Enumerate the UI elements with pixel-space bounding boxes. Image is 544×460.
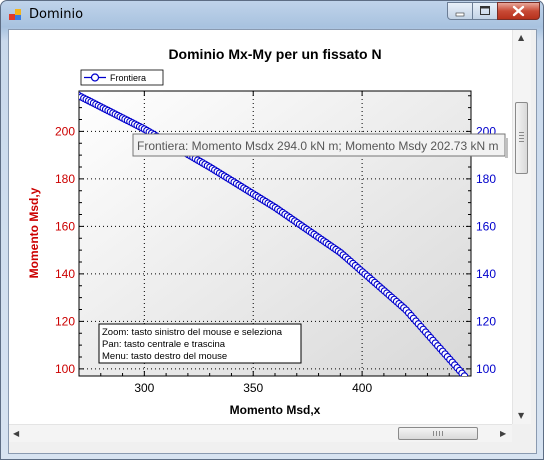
x-tick-label: 400: [352, 381, 372, 395]
x-tick-label: 350: [243, 381, 263, 395]
grip-icon: [519, 132, 524, 144]
close-icon: [512, 5, 525, 17]
horizontal-scroll-thumb[interactable]: [398, 427, 478, 440]
scroll-left-icon[interactable]: ◀: [13, 429, 19, 439]
y-tick-label: 160: [55, 219, 75, 233]
legend[interactable]: Frontiera: [80, 69, 164, 86]
client-area: Dominio Mx-My per un fissato N 100 120 140…: [8, 29, 537, 454]
grip-icon: [433, 431, 445, 436]
info-box: Zoom: tasto sinistro del mouse e selezio…: [98, 323, 302, 364]
y2-tick-label: 100: [476, 362, 496, 376]
horizontal-scrollbar[interactable]: ◀ ▶: [9, 424, 512, 443]
scroll-down-icon[interactable]: ▼: [518, 411, 524, 421]
scroll-right-icon[interactable]: ▶: [500, 429, 506, 439]
y-tick-label: 140: [55, 267, 75, 281]
info-line-menu: Menu: tasto destro del mouse: [102, 351, 227, 362]
maximize-icon: [480, 6, 490, 15]
chart[interactable]: Dominio Mx-My per un fissato N 100 120 140…: [9, 30, 512, 424]
app-icon: [9, 9, 21, 20]
y-tick-label: 120: [55, 314, 75, 328]
minimize-icon: [455, 12, 465, 17]
y2-tick-label: 180: [476, 172, 496, 186]
main-window: Dominio Dominio Mx-My per un fissato N 1…: [0, 0, 544, 460]
y2-tick-label: 120: [476, 314, 496, 328]
tooltip-shadow: [505, 138, 508, 158]
scroll-up-icon[interactable]: ▲: [518, 33, 524, 43]
window-title: Dominio: [29, 7, 84, 22]
info-line-zoom: Zoom: tasto sinistro del mouse e selezio…: [102, 327, 283, 338]
graph-control[interactable]: Dominio Mx-My per un fissato N 100 120 140…: [9, 30, 512, 424]
x-tick-label: 300: [134, 381, 154, 395]
y-tick-label: 200: [55, 124, 75, 138]
y-axis-label: Momento Msd,y: [27, 187, 41, 278]
title-bar[interactable]: Dominio: [1, 1, 543, 29]
y-tick-label: 100: [55, 362, 75, 376]
tooltip: Frontiera: Momento Msdx 294.0 kN m; Mome…: [132, 133, 508, 158]
legend-marker: [90, 73, 100, 82]
minimize-button[interactable]: [447, 2, 473, 20]
info-line-pan: Pan: tasto centrale e trascina: [102, 339, 226, 350]
close-button[interactable]: [497, 2, 540, 20]
y-tick-label: 180: [55, 172, 75, 186]
y2-tick-label: 140: [476, 267, 496, 281]
vertical-scrollbar[interactable]: ▲ ▼: [512, 30, 531, 424]
x-axis-label: Momento Msd,x: [230, 403, 321, 417]
maximize-button[interactable]: [472, 2, 498, 20]
vertical-scroll-thumb[interactable]: [515, 102, 528, 174]
chart-title: Dominio Mx-My per un fissato N: [168, 46, 381, 62]
scroll-corner: [512, 424, 530, 442]
status-strip: [9, 442, 536, 453]
legend-label: Frontiera: [110, 73, 146, 83]
y2-tick-label: 160: [476, 219, 496, 233]
tooltip-text: Frontiera: Momento Msdx 294.0 kN m; Mome…: [137, 139, 498, 153]
